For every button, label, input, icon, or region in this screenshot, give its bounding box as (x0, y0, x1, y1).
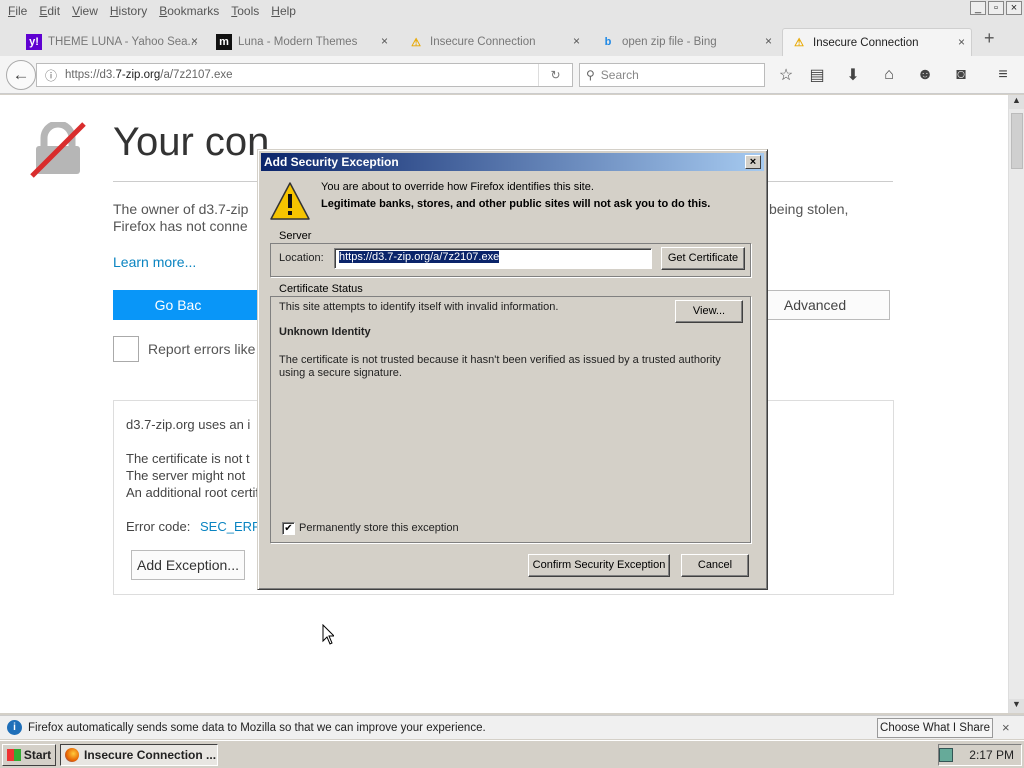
tab-close-icon[interactable]: × (573, 34, 580, 48)
advanced-text: d3.7-zip.org uses an i (126, 417, 251, 432)
info-icon[interactable]: ⓘ (37, 67, 65, 84)
get-certificate-button[interactable]: Get Certificate (661, 247, 745, 270)
certificate-status-label: Certificate Status (277, 283, 365, 295)
menu-bar: File Edit View History Bookmarks Tools H… (0, 0, 1024, 22)
home-icon[interactable]: ⌂ (878, 65, 900, 85)
menu-edit[interactable]: Edit (33, 4, 66, 18)
location-label: Location: (279, 252, 324, 264)
tab-close-icon[interactable]: × (381, 34, 388, 48)
system-tray: 2:17 PM (938, 744, 1022, 766)
tab-bar: y! THEME LUNA - Yahoo Sea... × m Luna - … (0, 22, 1024, 56)
download-icon[interactable]: ⬇ (842, 65, 864, 85)
star-icon[interactable]: ☆ (775, 65, 797, 85)
yahoo-icon: y! (26, 34, 42, 50)
add-security-exception-dialog: Add Security Exception × You are about t… (257, 149, 768, 590)
location-input[interactable]: https://d3.7-zip.org/a/7z2107.exe (334, 248, 652, 269)
cancel-button[interactable]: Cancel (681, 554, 749, 577)
permanent-exception-label[interactable]: Permanently store this exception (299, 522, 459, 534)
broken-lock-icon (30, 122, 86, 178)
menu-bookmarks[interactable]: Bookmarks (153, 4, 225, 18)
notification-close-icon[interactable]: × (1002, 720, 1010, 735)
menu-view[interactable]: View (66, 4, 104, 18)
scrollbar[interactable]: ▲ ▼ (1008, 95, 1024, 713)
certificate-explanation: The certificate is not trusted because i… (279, 354, 721, 379)
mouse-cursor-icon (322, 624, 334, 645)
warning-icon: ⚠ (794, 37, 804, 49)
unknown-identity-heading: Unknown Identity (279, 326, 371, 338)
report-errors-label: Report errors like (148, 341, 256, 357)
hamburger-menu-icon[interactable]: ≡ (992, 65, 1014, 85)
warning-text-bold: Legitimate banks, stores, and other publ… (321, 198, 711, 210)
notification-message: Firefox automatically sends some data to… (28, 721, 486, 734)
tab-insecure-1[interactable]: ⚠ Insecure Connection × (400, 28, 586, 56)
bing-icon: b (604, 36, 612, 48)
menu-file[interactable]: File (2, 4, 33, 18)
pocket-icon[interactable]: ◙ (950, 65, 972, 85)
scroll-down-icon[interactable]: ▼ (1009, 699, 1024, 713)
scroll-up-icon[interactable]: ▲ (1009, 95, 1024, 109)
view-certificate-button[interactable]: View... (675, 300, 743, 323)
tab-label: THEME LUNA - Yahoo Sea... (48, 36, 198, 48)
new-tab-button[interactable]: + (984, 28, 995, 49)
warning-icon (270, 182, 310, 220)
network-icon[interactable] (939, 748, 954, 762)
menu-tools[interactable]: Tools (225, 4, 265, 18)
tab-label: open zip file - Bing (622, 36, 717, 48)
search-input[interactable]: ⚲ Search (579, 63, 765, 87)
warning-text: You are about to override how Firefox id… (321, 181, 594, 193)
dialog-close-button[interactable]: × (745, 155, 761, 169)
close-window-button[interactable]: × (1006, 1, 1022, 15)
report-errors-checkbox[interactable] (113, 336, 139, 362)
search-placeholder: Search (600, 68, 639, 82)
tab-luna[interactable]: m Luna - Modern Themes × (208, 28, 394, 56)
go-back-button[interactable]: Go Bac (113, 290, 273, 320)
menu-history[interactable]: History (104, 4, 153, 18)
reload-icon[interactable]: ↻ (538, 64, 572, 86)
minimize-button[interactable]: _ (970, 1, 986, 15)
confirm-security-exception-button[interactable]: Confirm Security Exception (528, 554, 670, 577)
url-bar[interactable]: ⓘ https://d3.7-zip.org/a/7z2107.exe ↻ (36, 63, 573, 87)
add-exception-button[interactable]: Add Exception... (131, 550, 245, 580)
tab-label: Insecure Connection (813, 36, 919, 49)
window-controls: _ ▫ × (970, 1, 1022, 15)
tab-insecure-active[interactable]: ⚠ Insecure Connection × (782, 28, 972, 56)
nav-bar: ← ⓘ https://d3.7-zip.org/a/7z2107.exe ↻ … (0, 56, 1024, 94)
url-text[interactable]: https://d3.7-zip.org/a/7z2107.exe (65, 69, 538, 81)
tab-label: Insecure Connection (430, 36, 536, 48)
tab-close-icon[interactable]: × (191, 34, 198, 48)
reading-list-icon[interactable]: ▤ (806, 65, 828, 85)
choose-what-i-share-button[interactable]: Choose What I Share (877, 718, 993, 738)
sync-icon[interactable]: ☻ (914, 65, 936, 85)
info-icon: i (7, 720, 22, 735)
page-title: Your con (113, 120, 270, 164)
tab-bing[interactable]: b open zip file - Bing × (592, 28, 778, 56)
firefox-icon (65, 748, 79, 762)
luna-m-icon: m (216, 34, 232, 50)
tab-close-icon[interactable]: × (765, 34, 772, 48)
start-button[interactable]: Start (2, 744, 56, 766)
menu-help[interactable]: Help (265, 4, 302, 18)
server-group-label: Server (277, 230, 314, 242)
dialog-title: Add Security Exception × (261, 153, 764, 171)
back-button[interactable]: ← (6, 60, 36, 90)
taskbar-item-firefox[interactable]: Insecure Connection ... (60, 744, 218, 766)
learn-more-link[interactable]: Learn more... (113, 254, 196, 270)
error-code-label: Error code: (126, 519, 191, 534)
permanent-exception-checkbox[interactable]: ✔ (282, 522, 295, 535)
tab-close-icon[interactable]: × (958, 35, 965, 49)
tab-label: Luna - Modern Themes (238, 36, 358, 48)
clock: 2:17 PM (969, 748, 1014, 762)
scroll-thumb[interactable] (1011, 113, 1023, 169)
windows-logo-icon (6, 749, 21, 761)
notification-bar: i Firefox automatically sends some data … (0, 715, 1024, 739)
maximize-button[interactable]: ▫ (988, 1, 1004, 15)
taskbar: Start Insecure Connection ... 2:17 PM (0, 740, 1024, 768)
error-description-right: being stolen, (769, 201, 849, 217)
warning-icon: ⚠ (411, 36, 421, 49)
certificate-status-text: This site attempts to identify itself wi… (279, 301, 559, 313)
tab-yahoo[interactable]: y! THEME LUNA - Yahoo Sea... × (18, 28, 204, 56)
search-icon: ⚲ (586, 68, 595, 82)
